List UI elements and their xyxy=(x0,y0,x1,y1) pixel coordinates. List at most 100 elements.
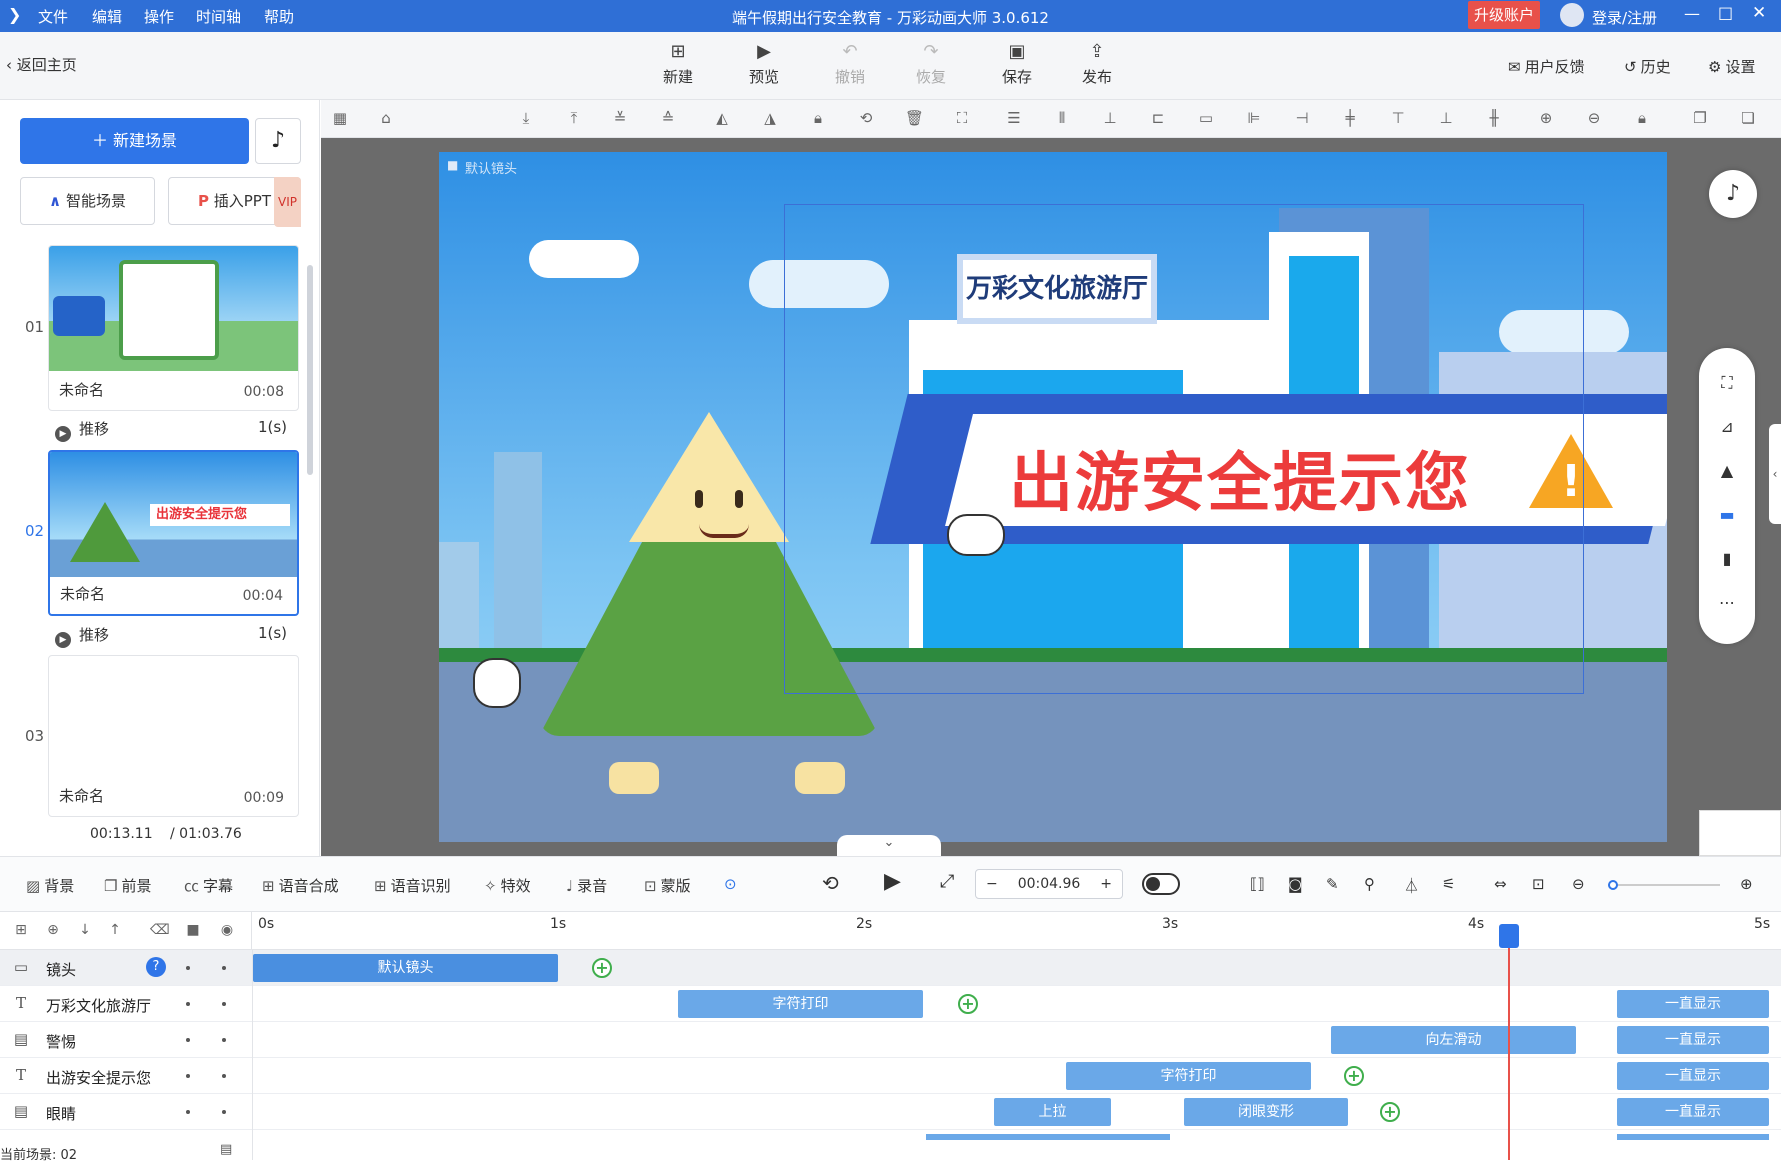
history-button[interactable]: ↺ 历史 xyxy=(1624,56,1671,77)
music-icon[interactable]: ♪ xyxy=(1709,170,1757,218)
fullscreen-icon[interactable]: ⤢ xyxy=(940,871,954,892)
track-eyes[interactable]: ▤ 眼睛 上拉 闭眼变形 + 一直显示 xyxy=(0,1094,1781,1130)
bring-forward-icon[interactable]: ≚ xyxy=(611,109,629,127)
zoom-slider[interactable] xyxy=(1608,880,1720,890)
time-stepper[interactable]: − 00:04.96 + xyxy=(975,869,1123,899)
more-icon[interactable]: ⋯ xyxy=(1718,594,1736,612)
lock-dot[interactable] xyxy=(222,1110,226,1114)
back-home-link[interactable]: ‹ 返回主页 xyxy=(6,54,77,75)
publish-button[interactable]: ⇪ 发布 xyxy=(1069,42,1125,87)
adjust-icon[interactable]: ⚟ xyxy=(1442,875,1455,893)
subtitle-button[interactable]: ㏄字幕 xyxy=(184,875,233,896)
align-middle-icon[interactable]: ▭ xyxy=(1197,109,1215,127)
foreground-button[interactable]: ❐ 前景 xyxy=(104,875,151,896)
lock-all-icon[interactable]: 🔒︎ xyxy=(1633,109,1651,127)
send-back-icon[interactable]: ≙ xyxy=(659,109,677,127)
music-icon[interactable]: ♪ xyxy=(255,118,301,164)
collapse-timeline-handle[interactable]: ⌄ xyxy=(837,835,941,856)
visibility-dot[interactable] xyxy=(186,1038,190,1042)
collapse-panel-handle[interactable]: ‹ xyxy=(1769,424,1781,524)
center-v-icon[interactable]: ╪ xyxy=(1341,109,1359,127)
more-icon[interactable]: ⊙ xyxy=(724,875,737,893)
playhead-handle[interactable] xyxy=(1499,924,1519,948)
track-banner-text[interactable]: T 出游安全提示您 字符打印 + 一直显示 xyxy=(0,1058,1781,1094)
minus-icon[interactable]: − xyxy=(986,870,998,898)
crop-icon[interactable]: ⛶ xyxy=(953,109,971,127)
time-value[interactable]: 00:04.96 xyxy=(1018,876,1081,892)
new-scene-button[interactable]: ＋ 新建场景 xyxy=(20,118,249,164)
asr-button[interactable]: ⊞ 语音识别 xyxy=(374,875,451,896)
delete-icon[interactable]: 🗑︎ xyxy=(905,109,924,127)
save-button[interactable]: ▣ 保存 xyxy=(989,42,1045,87)
upgrade-account-button[interactable]: 升级账户 xyxy=(1468,1,1540,29)
rewind-icon[interactable]: ⟲ xyxy=(822,871,839,895)
add-keyframe-icon[interactable]: + xyxy=(958,994,978,1014)
lock-dot[interactable] xyxy=(222,1038,226,1042)
help-icon[interactable]: ? xyxy=(146,957,166,977)
eye-icon[interactable]: ◉ xyxy=(218,922,236,940)
zoom-out-icon[interactable]: ⊖ xyxy=(1572,875,1585,893)
add-layer-icon[interactable]: ⊕ xyxy=(44,922,62,940)
fit-width-icon[interactable]: ⇔ xyxy=(1494,875,1507,893)
add-folder-icon[interactable]: ⊞ xyxy=(12,922,30,940)
visibility-dot[interactable] xyxy=(186,1002,190,1006)
zoom-slider-knob[interactable] xyxy=(1608,880,1618,890)
clip-slide-left[interactable]: 向左滑动 xyxy=(1331,1026,1576,1054)
undo-button[interactable]: ↶ 撤销 xyxy=(822,42,878,87)
align-left-icon[interactable]: ⊏ xyxy=(1149,109,1167,127)
clip-default-camera[interactable]: 默认镜头 xyxy=(253,954,558,982)
grid-icon[interactable]: ▦ xyxy=(331,109,349,127)
visibility-dot[interactable] xyxy=(186,966,190,970)
new-button[interactable]: ⊞ 新建 xyxy=(650,42,706,87)
move-up-icon[interactable]: ↑ xyxy=(106,922,124,940)
phone-icon[interactable]: ▮ xyxy=(1718,550,1736,568)
scene-list-icon[interactable]: ▤ xyxy=(220,1142,232,1157)
screen-icon[interactable]: ▬ xyxy=(1718,506,1736,524)
move-down-icon[interactable]: ↓ xyxy=(76,922,94,940)
smart-scene-button[interactable]: ∧ 智能场景 xyxy=(20,177,155,225)
rotate-icon[interactable]: ⟲ xyxy=(857,109,875,127)
scene-scrollbar[interactable] xyxy=(307,265,313,475)
align-top-icon[interactable]: ⤒ xyxy=(565,109,583,127)
middle-align-icon[interactable]: ╫ xyxy=(1485,109,1503,127)
track-alert[interactable]: ▤ 警惕 向左滑动 一直显示 xyxy=(0,1022,1781,1058)
unlock-icon[interactable]: ⊿ xyxy=(1718,418,1736,436)
bottom-align-icon[interactable]: ⊥ xyxy=(1437,109,1455,127)
lock-dot[interactable] xyxy=(222,1002,226,1006)
track-building-sign[interactable]: T 万彩文化旅游厅 字符打印 + 一直显示 xyxy=(0,986,1781,1022)
copy-icon[interactable]: ❐ xyxy=(1691,109,1709,127)
redo-button[interactable]: ↷ 恢复 xyxy=(903,42,959,87)
clip-typewriter[interactable]: 字符打印 xyxy=(1066,1062,1311,1090)
clip-always-show[interactable]: 一直显示 xyxy=(1617,1026,1769,1054)
top-align-icon[interactable]: ⊤ xyxy=(1389,109,1407,127)
add-keyframe-icon[interactable]: + xyxy=(1380,1102,1400,1122)
zoom-in-icon[interactable]: ⊕ xyxy=(1740,875,1753,893)
scene-card-02[interactable]: 出游安全提示您 未命名 00:04 xyxy=(48,450,299,616)
flip-h-icon[interactable]: ◭ xyxy=(713,109,731,127)
clip-always-show[interactable]: 一直显示 xyxy=(1617,990,1769,1018)
scene-card-01[interactable]: 未命名 00:08 xyxy=(48,245,299,411)
filter-icon[interactable]: ⏃ xyxy=(1404,875,1419,896)
zoom-in-icon[interactable]: ⊕ xyxy=(1537,109,1555,127)
align-bottom-icon[interactable]: ⤓ xyxy=(517,109,535,127)
visibility-dot[interactable] xyxy=(186,1074,190,1078)
actual-size-icon[interactable]: ⊡ xyxy=(1532,875,1545,893)
maximize-icon[interactable]: □ xyxy=(1718,3,1733,22)
paste-icon[interactable]: ❏ xyxy=(1739,109,1757,127)
close-icon[interactable]: ✕ xyxy=(1752,3,1766,23)
lock-dot[interactable] xyxy=(222,966,226,970)
delete-icon[interactable]: ⌫ xyxy=(150,922,170,940)
distribute-v-icon[interactable]: ⊥ xyxy=(1101,109,1119,127)
tts-button[interactable]: ⊞ 语音合成 xyxy=(262,875,339,896)
right-align-icon[interactable]: ⊣ xyxy=(1293,109,1311,127)
left-align-icon[interactable]: ⊫ xyxy=(1245,109,1263,127)
play-button[interactable]: ▶ xyxy=(884,869,901,894)
lock-icon[interactable]: ▲ xyxy=(1718,462,1736,480)
lock-icon[interactable]: ■ xyxy=(184,922,202,940)
clip-pull-up[interactable]: 上拉 xyxy=(994,1098,1111,1126)
scene-transition[interactable]: ▶ 推移 1(s) xyxy=(55,624,295,648)
toggle-switch[interactable] xyxy=(1142,873,1180,895)
plus-icon[interactable]: + xyxy=(1100,870,1112,898)
clip-always-show[interactable]: 一直显示 xyxy=(1617,1098,1769,1126)
lock-dot[interactable] xyxy=(222,1074,226,1078)
